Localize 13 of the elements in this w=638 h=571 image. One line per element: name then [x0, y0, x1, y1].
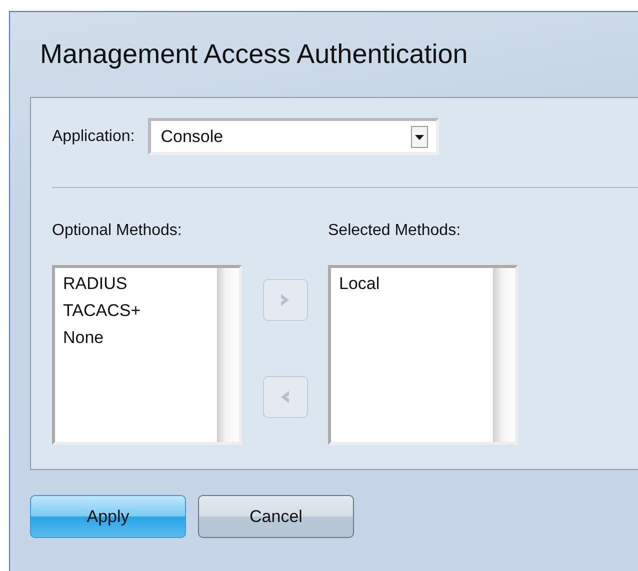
application-label: Application:	[52, 128, 135, 146]
application-dropdown[interactable]: Console	[148, 118, 439, 155]
selected-methods-label: Selected Methods:	[328, 222, 462, 240]
list-item[interactable]: None	[63, 324, 104, 351]
list-item[interactable]: TACACS+	[63, 297, 141, 324]
apply-button[interactable]: Apply	[30, 495, 186, 538]
optional-methods-label: Optional Methods:	[52, 222, 183, 240]
list-item[interactable]: RADIUS	[63, 270, 128, 297]
selected-methods-list[interactable]: Local	[328, 265, 518, 445]
cancel-button[interactable]: Cancel	[198, 495, 354, 538]
list-item[interactable]: Local	[339, 270, 380, 297]
optional-methods-list[interactable]: RADIUS TACACS+ None	[52, 265, 242, 445]
page-title: Management Access Authentication	[39, 38, 469, 71]
